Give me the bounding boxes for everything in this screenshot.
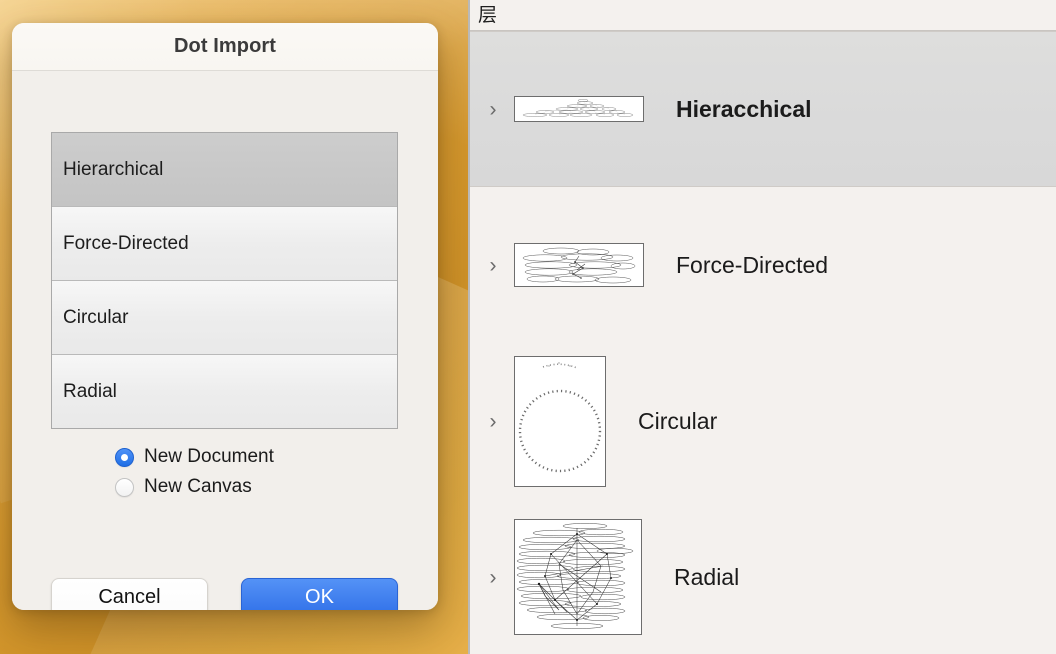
radial-thumbnail: [514, 519, 642, 635]
layers-panel: 层 › Hieracchical › Force-Directed › Circ…: [470, 0, 1056, 654]
chevron-right-icon[interactable]: ›: [480, 411, 506, 432]
layout-option-label: Hierarchical: [63, 158, 164, 180]
panel-row[interactable]: › Circular: [470, 343, 1056, 499]
panel-row-label: Hieracchical: [676, 95, 812, 122]
radio-new-canvas[interactable]: New Canvas: [115, 476, 274, 498]
chevron-right-icon[interactable]: ›: [480, 255, 506, 276]
destination-radio-group: New Document New Canvas: [115, 446, 274, 498]
panel-row-label: Radial: [674, 563, 740, 590]
hierarchical-thumbnail: [514, 96, 644, 122]
force-directed-thumbnail: [514, 243, 644, 287]
panel-row-label: Force-Directed: [676, 251, 829, 278]
layout-option-label: Radial: [63, 380, 117, 402]
radio-label: New Document: [144, 446, 274, 467]
ok-button[interactable]: OK: [241, 578, 398, 610]
panel-row-label: Circular: [638, 407, 718, 434]
screen: Dot Import Hierarchical Force-Directed C…: [0, 0, 1056, 654]
cancel-button[interactable]: Cancel: [51, 578, 208, 610]
dialog-title: Dot Import: [173, 35, 277, 57]
radio-label: New Canvas: [144, 476, 252, 497]
layout-option-label: Circular: [63, 306, 129, 328]
dialog-titlebar: Dot Import: [12, 23, 438, 71]
radio-new-document[interactable]: New Document: [115, 446, 274, 468]
layout-option-hierarchical[interactable]: Hierarchical: [52, 133, 397, 207]
radio-unselected-icon[interactable]: [115, 477, 134, 497]
dialog-body: Hierarchical Force-Directed Circular Rad…: [12, 71, 438, 610]
panel-row-list: › Hieracchical › Force-Directed › Circul…: [470, 31, 1056, 654]
layout-option-radial[interactable]: Radial: [52, 355, 397, 428]
panel-row[interactable]: ›: [470, 499, 1056, 654]
panel-title: 层: [478, 4, 498, 26]
layout-option-label: Force-Directed: [63, 232, 189, 254]
dialog-footer: Cancel OK: [51, 578, 398, 610]
chevron-right-icon[interactable]: ›: [480, 567, 506, 588]
panel-row[interactable]: ›: [470, 31, 1056, 187]
layout-option-circular[interactable]: Circular: [52, 281, 397, 355]
panel-row[interactable]: ›: [470, 187, 1056, 343]
radio-selected-icon[interactable]: [115, 447, 134, 467]
panel-header: 层: [470, 0, 1056, 31]
chevron-right-icon[interactable]: ›: [480, 99, 506, 120]
circular-thumbnail: [514, 355, 606, 487]
layout-listbox[interactable]: Hierarchical Force-Directed Circular Rad…: [51, 132, 398, 429]
dot-import-dialog: Dot Import Hierarchical Force-Directed C…: [12, 23, 438, 610]
layout-option-force-directed[interactable]: Force-Directed: [52, 207, 397, 281]
